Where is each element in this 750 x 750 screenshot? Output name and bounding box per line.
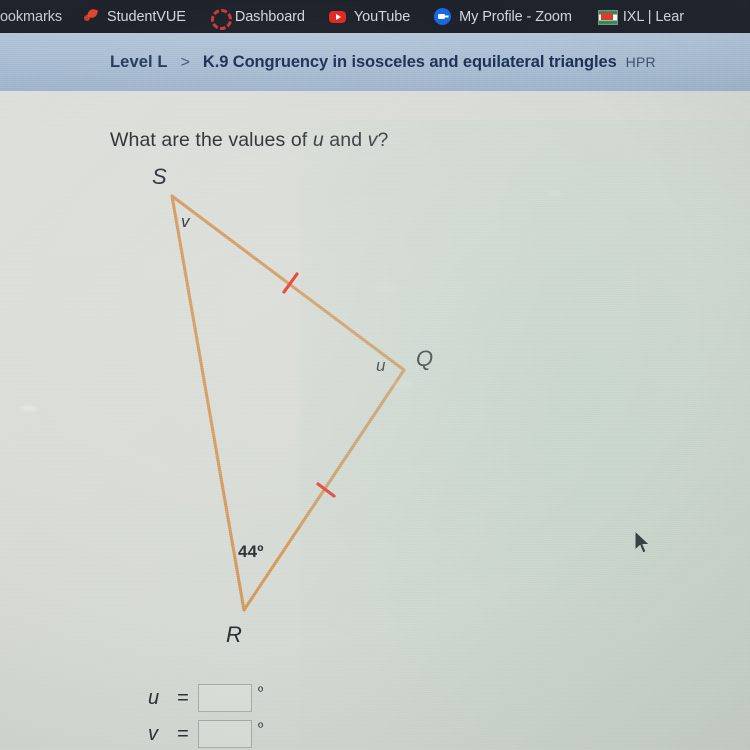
degree-symbol-v: º <box>258 719 264 735</box>
screen-photo: bookmarks StudentVUE Dashboard YouTube M… <box>0 0 750 750</box>
breadcrumb-level[interactable]: Level L <box>110 53 168 72</box>
bookmark-ixl[interactable]: IXL | Lear <box>597 0 684 33</box>
bookmark-my-profile-zoom[interactable]: My Profile - Zoom <box>434 0 598 33</box>
bookmark-other-bookmarks[interactable]: bookmarks <box>0 0 82 33</box>
prompt-var-v: v <box>367 129 378 151</box>
prompt-suffix: ? <box>377 129 389 151</box>
bookmark-studentvue[interactable]: StudentVUE <box>82 0 210 33</box>
triangle-figure: S Q R v u 44º <box>110 164 490 666</box>
studentvue-icon <box>82 8 99 25</box>
breadcrumb-separator-icon: > <box>180 53 190 71</box>
answer-input-u[interactable] <box>198 684 252 712</box>
angle-label-44-degrees: 44º <box>238 542 264 561</box>
bookmark-dashboard[interactable]: Dashboard <box>210 0 329 33</box>
youtube-icon <box>328 8 346 25</box>
question-prompt: What are the values of u and v? <box>110 129 388 152</box>
prompt-middle: and <box>323 129 368 151</box>
answer-variable-u: u <box>148 686 160 709</box>
bookmark-label: StudentVUE <box>107 8 186 25</box>
answer-input-v[interactable] <box>198 720 252 748</box>
bookmarks-bar: bookmarks StudentVUE Dashboard YouTube M… <box>0 0 750 33</box>
vertex-label-s: S <box>152 164 167 189</box>
question-content-area: What are the values of u and v? S Q R v … <box>0 91 750 750</box>
ixl-icon <box>597 8 618 25</box>
bookmark-label: IXL | Lear <box>622 8 684 25</box>
vertex-label-r: R <box>226 622 242 647</box>
bookmark-youtube[interactable]: YouTube <box>328 0 434 33</box>
bookmark-label: YouTube <box>353 8 411 25</box>
bookmark-label: Dashboard <box>234 8 305 25</box>
breadcrumb: Level L > K.9 Congruency in isosceles an… <box>110 53 656 72</box>
bookmark-label: My Profile - Zoom <box>459 8 572 25</box>
prompt-prefix: What are the values of <box>110 129 313 151</box>
skill-code-badge: HPR <box>625 53 656 70</box>
angle-label-u: u <box>376 356 386 375</box>
triangle-svg <box>170 194 406 612</box>
answer-variable-v: v <box>148 722 158 745</box>
angle-label-v: v <box>181 212 190 231</box>
answer-row-u: u = º <box>148 681 263 715</box>
equals-sign: = <box>177 686 189 709</box>
mouse-pointer-icon <box>634 530 651 554</box>
lesson-header-bar: Level L > K.9 Congruency in isosceles an… <box>0 33 750 91</box>
vertex-label-q: Q <box>416 346 434 371</box>
prompt-var-u: u <box>312 129 324 151</box>
bookmark-label: bookmarks <box>0 8 63 25</box>
answer-row-v: v = º <box>148 717 263 750</box>
degree-symbol-u: º <box>258 683 264 699</box>
zoom-icon <box>434 8 452 25</box>
breadcrumb-skill-title: K.9 Congruency in isosceles and equilate… <box>202 52 617 71</box>
answer-fields: u = º v = º <box>148 681 263 750</box>
dashboard-icon <box>210 8 232 30</box>
equals-sign: = <box>177 722 189 745</box>
triangle-outline <box>170 194 406 612</box>
